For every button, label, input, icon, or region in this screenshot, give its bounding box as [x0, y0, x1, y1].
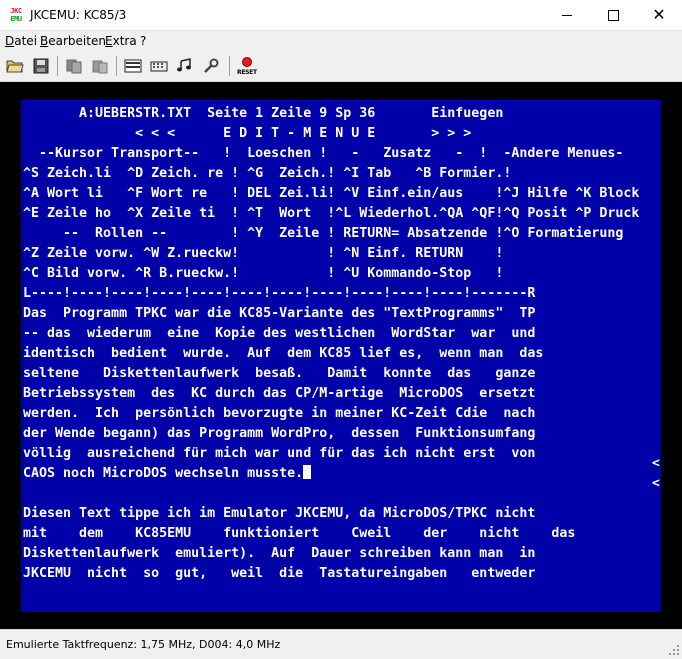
screen-text-line: Betriebssystem des KC durch das CP/M-art…	[23, 386, 536, 401]
screen-text-line: L----!----!----!----!----!----!----!----…	[23, 286, 536, 301]
copy-button[interactable]	[63, 55, 85, 77]
clock-frequency-status: Emulierte Taktfrequenz: 1,75 MHz, D004: …	[6, 638, 281, 651]
memory-editor-button[interactable]	[122, 55, 144, 77]
keyboard-icon	[150, 61, 168, 72]
screen-text-line: < < < E D I T - M E N U E > > >	[23, 126, 472, 141]
minimize-icon	[562, 14, 572, 16]
jkcemu-app-icon: JKC EMU	[8, 7, 24, 23]
screen-text-line: ^Z Zeile vorw. ^W Z.rueckw! ! ^N Einf. R…	[23, 246, 504, 261]
audio-button[interactable]	[174, 55, 196, 77]
resize-grip-icon[interactable]	[668, 644, 680, 656]
line-overflow-marker: <	[652, 456, 660, 471]
menu-bar: Datei Bearbeiten Extra ?	[0, 31, 682, 51]
minimize-button[interactable]	[544, 0, 590, 30]
keyboard-button[interactable]	[148, 55, 170, 77]
memory-editor-icon	[124, 59, 142, 73]
emulator-screen[interactable]: A:UEBERSTR.TXT Seite 1 Zeile 9 Sp 36 Ein…	[21, 100, 661, 612]
screen-text-line: JKCEMU nicht so gut, weil die Tastaturei…	[23, 566, 536, 581]
menu-bearbeiten[interactable]: Bearbeiten	[40, 31, 106, 51]
screen-text-line: ^C Bild vorw. ^R B.rueckw.! ! ^U Kommand…	[23, 266, 504, 281]
paste-button[interactable]	[89, 55, 111, 77]
screen-text-line: ^E Zeile ho ^X Zeile ti ! ^T Wort !^L Wi…	[23, 206, 640, 221]
line-overflow-marker: <	[652, 476, 660, 491]
menu-help[interactable]: ?	[140, 31, 146, 51]
screen-text-line: -- Rollen -- ! ^Y Zeile ! RETURN= Absatz…	[23, 226, 624, 241]
settings-button[interactable]	[200, 55, 222, 77]
reset-button[interactable]: RESET	[236, 55, 258, 77]
save-icon	[33, 58, 49, 74]
close-button[interactable]: ✕	[636, 0, 682, 30]
maximize-button[interactable]	[590, 0, 636, 30]
maximize-icon	[607, 9, 619, 21]
screen-text-line: werden. Ich persönlich bevorzugte in mei…	[23, 406, 536, 421]
open-button[interactable]	[4, 55, 26, 77]
paste-icon	[92, 60, 108, 74]
screen-text-line: ^A Wort li ^F Wort re ! DEL Zei.li! ^V E…	[23, 186, 640, 201]
menu-datei[interactable]: Datei	[5, 31, 37, 51]
app-icon-text-bottom: EMU	[10, 15, 22, 23]
screen-text-line: seltene Diskettenlaufwerk besaß. Damit k…	[23, 366, 536, 381]
copy-icon	[66, 59, 82, 74]
screen-text-line: A:UEBERSTR.TXT Seite 1 Zeile 9 Sp 36 Ein…	[23, 106, 504, 121]
toolbar-separator	[57, 56, 58, 76]
text-cursor	[303, 465, 312, 479]
screen-text-line: mit dem KC85EMU funktioniert Cweil der n…	[23, 526, 576, 541]
screen-text-line: Das Programm TPKC war die KC85-Variante …	[23, 306, 536, 321]
save-button[interactable]	[30, 55, 52, 77]
reset-label: RESET	[237, 69, 257, 76]
open-folder-icon	[6, 60, 24, 73]
screen-text-line: völlig ausreichend für mich war und für …	[23, 446, 536, 461]
settings-icon	[204, 58, 219, 73]
toolbar-separator	[116, 56, 117, 76]
screen-text-line: Diskettenlaufwerk emuliert). Auf Dauer s…	[23, 546, 536, 561]
screen-text-line: ^S Zeich.li ^D Zeich. re ! ^G Zeich.! ^I…	[23, 166, 512, 181]
screen-text-line: CAOS noch MicroDOS wechseln musste.	[23, 464, 312, 484]
screen-text-line: --Kursor Transport-- ! Loeschen ! - Zusa…	[23, 146, 624, 161]
title-bar[interactable]: JKC EMU JKCEMU: KC85/3 ✕	[0, 0, 682, 31]
status-bar: Emulierte Taktfrequenz: 1,75 MHz, D004: …	[0, 629, 682, 658]
toolbar-separator	[229, 56, 230, 76]
screen-text-line: Diesen Text tippe ich im Emulator JKCEMU…	[23, 506, 536, 521]
app-icon-text-top: JKC	[10, 7, 22, 15]
screen-text-line: identisch bedient wurde. Auf dem KC85 li…	[23, 346, 544, 361]
screen-text-line: der Wende begann) das Programm WordPro, …	[23, 426, 536, 441]
window-title: JKCEMU: KC85/3	[30, 8, 127, 22]
screen-text-line: -- das wiederum eine Kopie des westliche…	[23, 326, 536, 341]
close-icon: ✕	[652, 5, 666, 24]
audio-icon	[177, 58, 191, 72]
toolbar: RESET	[0, 51, 682, 82]
menu-extra[interactable]: Extra	[105, 31, 137, 51]
emulator-screen-frame: A:UEBERSTR.TXT Seite 1 Zeile 9 Sp 36 Ein…	[0, 82, 682, 629]
